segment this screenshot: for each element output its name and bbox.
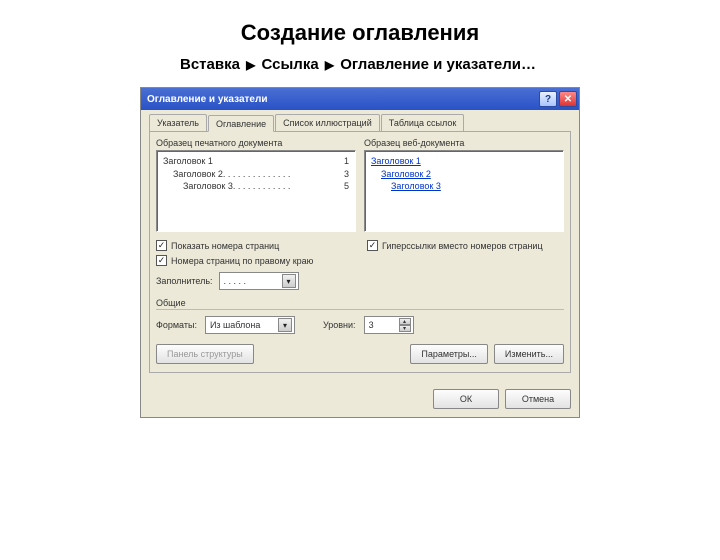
label-levels: Уровни: bbox=[323, 320, 356, 330]
web-preview-link[interactable]: Заголовок 3 bbox=[391, 180, 557, 193]
web-preview-link[interactable]: Заголовок 1 bbox=[371, 155, 557, 168]
section-general: Общие bbox=[156, 298, 564, 310]
print-preview-page: 1 bbox=[344, 155, 349, 168]
print-preview-line: Заголовок 3 bbox=[183, 181, 233, 191]
titlebar[interactable]: Оглавление и указатели ? ✕ bbox=[141, 88, 579, 110]
label-hyperlinks: Гиперссылки вместо номеров страниц bbox=[382, 241, 543, 251]
help-button[interactable]: ? bbox=[539, 91, 557, 107]
ok-button[interactable]: ОК bbox=[433, 389, 499, 409]
print-preview-dots: . . . . . . . . . . . . . . bbox=[223, 169, 291, 179]
print-preview-page: 3 bbox=[344, 168, 349, 181]
button-modify[interactable]: Изменить... bbox=[494, 344, 564, 364]
label-right-align: Номера страниц по правому краю bbox=[171, 256, 313, 266]
print-preview-page: 5 bbox=[344, 180, 349, 193]
breadcrumb-step3: Оглавление и указатели… bbox=[340, 56, 536, 73]
checkbox-show-page-numbers[interactable]: ✓ bbox=[156, 240, 167, 251]
label-formats: Форматы: bbox=[156, 320, 197, 330]
chevron-right-icon: ▶ bbox=[325, 58, 334, 72]
preview-web-label: Образец веб-документа bbox=[364, 138, 564, 148]
dropdown-filler[interactable]: . . . . . ▾ bbox=[219, 272, 299, 290]
breadcrumb-step1: Вставка bbox=[180, 56, 240, 73]
preview-print-box[interactable]: Заголовок 11 Заголовок 2. . . . . . . . … bbox=[156, 150, 356, 232]
dialog-title: Оглавление и указатели bbox=[147, 94, 537, 105]
print-preview-dots: . . . . . . . . . . . . bbox=[233, 181, 291, 191]
spinner-up-icon[interactable]: ▴ bbox=[399, 318, 411, 325]
tab-panel: Образец печатного документа Заголовок 1 1… bbox=[149, 132, 571, 373]
breadcrumb: Вставка ▶ Ссылка ▶ Оглавление и указател… bbox=[180, 56, 720, 73]
dropdown-formats[interactable]: Из шаблона ▾ bbox=[205, 316, 295, 334]
button-show-structure[interactable]: Панель структуры bbox=[156, 344, 254, 364]
print-preview-line: Заголовок 1 bbox=[163, 155, 213, 168]
dropdown-filler-value: . . . . . bbox=[224, 276, 278, 286]
checkbox-hyperlinks[interactable]: ✓ bbox=[367, 240, 378, 251]
spinner-levels[interactable]: 3 ▴ ▾ bbox=[364, 316, 414, 334]
checkbox-right-align[interactable]: ✓ bbox=[156, 255, 167, 266]
spinner-levels-value: 3 bbox=[369, 320, 396, 330]
preview-web-box[interactable]: Заголовок 1 Заголовок 2 Заголовок 3 bbox=[364, 150, 564, 232]
tab-illustrations[interactable]: Список иллюстраций bbox=[275, 114, 380, 131]
web-preview-link[interactable]: Заголовок 2 bbox=[381, 168, 557, 181]
breadcrumb-step2: Ссылка bbox=[262, 56, 319, 73]
tab-index[interactable]: Указатель bbox=[149, 114, 207, 131]
label-filler: Заполнитель: bbox=[156, 276, 213, 286]
close-button[interactable]: ✕ bbox=[559, 91, 577, 107]
page-title: Создание оглавления bbox=[0, 20, 720, 46]
spinner-down-icon[interactable]: ▾ bbox=[399, 325, 411, 332]
print-preview-line: Заголовок 2 bbox=[173, 169, 223, 179]
label-show-page-numbers: Показать номера страниц bbox=[171, 241, 279, 251]
tab-toc[interactable]: Оглавление bbox=[208, 115, 274, 132]
chevron-right-icon: ▶ bbox=[246, 58, 255, 72]
cancel-button[interactable]: Отмена bbox=[505, 389, 571, 409]
chevron-down-icon[interactable]: ▾ bbox=[278, 318, 292, 332]
tab-strip: Указатель Оглавление Список иллюстраций … bbox=[149, 114, 571, 132]
chevron-down-icon[interactable]: ▾ bbox=[282, 274, 296, 288]
tab-authorities[interactable]: Таблица ссылок bbox=[381, 114, 465, 131]
dialog-toc: Оглавление и указатели ? ✕ Указатель Огл… bbox=[140, 87, 580, 418]
button-options[interactable]: Параметры... bbox=[410, 344, 487, 364]
dropdown-formats-value: Из шаблона bbox=[210, 320, 274, 330]
preview-print-label: Образец печатного документа bbox=[156, 138, 356, 148]
